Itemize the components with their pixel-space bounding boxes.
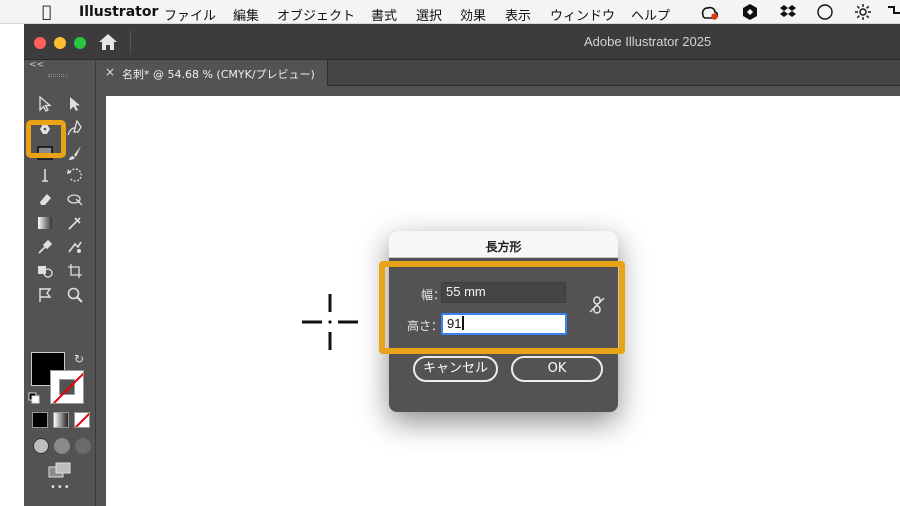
default-fill-stroke-icon[interactable] bbox=[28, 392, 40, 404]
stroke-swatch[interactable] bbox=[50, 370, 84, 404]
crosshair-cursor-icon bbox=[302, 294, 358, 350]
minimize-window-button[interactable] bbox=[54, 37, 66, 49]
draw-normal-button[interactable] bbox=[33, 438, 49, 454]
window-titlebar: Adobe Illustrator 2025 bbox=[24, 24, 900, 60]
blend-tool[interactable] bbox=[64, 236, 86, 258]
rotate-tool[interactable] bbox=[64, 164, 86, 186]
gradient-mode-button[interactable] bbox=[53, 412, 69, 428]
flag-tool-icon bbox=[39, 288, 52, 302]
eyedropper-tool[interactable] bbox=[34, 236, 56, 258]
rotate-tool-icon bbox=[67, 168, 82, 182]
window-title: Adobe Illustrator 2025 bbox=[584, 34, 712, 49]
dialog-fields-highlight bbox=[379, 261, 625, 354]
paintbrush-tool-icon bbox=[69, 146, 81, 160]
zoom-tool[interactable] bbox=[64, 284, 86, 306]
width-tool-icon bbox=[67, 194, 83, 206]
extension-icon[interactable] bbox=[886, 3, 900, 21]
menu-bar:  Illustrator ファイル 編集 オブジェクト 書式 選択 効果 表示… bbox=[0, 0, 900, 24]
document-tab-label: 名刺* @ 54.68 % (CMYK/プレビュー) bbox=[122, 68, 315, 81]
gradient-tool-icon bbox=[38, 217, 52, 229]
cancel-button[interactable]: キャンセル bbox=[413, 356, 498, 382]
eraser-tool[interactable] bbox=[34, 188, 56, 210]
blend-tool-icon bbox=[68, 241, 82, 253]
dialog-titlebar: 長方形 bbox=[389, 231, 618, 258]
artboard-tool-icon bbox=[68, 264, 82, 278]
width-tool[interactable] bbox=[64, 188, 86, 210]
collapse-panel-icon[interactable]: << bbox=[29, 60, 44, 70]
menu-edit[interactable]: 編集 bbox=[233, 5, 259, 24]
paintbrush-tool[interactable] bbox=[64, 142, 86, 164]
swap-fill-stroke-icon[interactable]: ↻ bbox=[74, 352, 84, 366]
brightness-icon[interactable] bbox=[854, 3, 872, 21]
close-window-button[interactable] bbox=[34, 37, 46, 49]
menu-view[interactable]: 表示 bbox=[505, 5, 531, 24]
gradient-tool[interactable] bbox=[34, 212, 56, 234]
draw-inside-button[interactable] bbox=[75, 438, 91, 454]
ok-button[interactable]: OK bbox=[511, 356, 603, 382]
dialog-title: 長方形 bbox=[485, 240, 522, 254]
creative-cloud-icon[interactable] bbox=[700, 3, 718, 21]
apple-icon[interactable]:  bbox=[42, 2, 52, 21]
selection-tool[interactable] bbox=[34, 93, 56, 115]
color-mode-button[interactable] bbox=[32, 412, 48, 428]
draw-behind-button[interactable] bbox=[54, 438, 70, 454]
document-tab-bar: × 名刺* @ 54.68 % (CMYK/プレビュー) bbox=[96, 60, 900, 86]
none-mode-button[interactable] bbox=[74, 412, 90, 428]
type-tool[interactable] bbox=[34, 164, 56, 186]
graph-tool[interactable] bbox=[34, 284, 56, 306]
direct-selection-tool-icon bbox=[70, 97, 80, 111]
home-icon[interactable] bbox=[98, 33, 118, 51]
curvature-tool-icon bbox=[67, 119, 82, 136]
status-circle-icon[interactable] bbox=[816, 3, 834, 21]
eraser-tool-icon bbox=[40, 194, 51, 205]
dropbox-icon[interactable] bbox=[779, 3, 797, 21]
menu-effect[interactable]: 効果 bbox=[460, 5, 486, 24]
zoom-tool-icon bbox=[67, 287, 83, 303]
direct-selection-tool[interactable] bbox=[64, 93, 86, 115]
shape-builder-tool[interactable] bbox=[34, 260, 56, 282]
artboard-tool[interactable] bbox=[64, 260, 86, 282]
menu-help[interactable]: ヘルプ bbox=[631, 5, 670, 24]
panel-grip[interactable] bbox=[48, 74, 68, 77]
document-tab[interactable]: × 名刺* @ 54.68 % (CMYK/プレビュー) bbox=[96, 60, 328, 86]
titlebar-divider bbox=[130, 30, 131, 54]
curvature-tool[interactable] bbox=[64, 117, 86, 139]
rectangle-tool-highlight bbox=[26, 120, 66, 158]
selection-tool-icon bbox=[39, 95, 52, 112]
mesh-tool[interactable] bbox=[64, 212, 86, 234]
menu-select[interactable]: 選択 bbox=[416, 5, 442, 24]
zoom-window-button[interactable] bbox=[74, 37, 86, 49]
eyedropper-tool-icon bbox=[38, 239, 53, 254]
mesh-tool-icon bbox=[68, 217, 81, 230]
menu-file[interactable]: ファイル bbox=[164, 5, 216, 24]
menu-type[interactable]: 書式 bbox=[371, 5, 397, 24]
adobe-sync-icon[interactable] bbox=[741, 3, 759, 21]
more-tools-button[interactable]: ••• bbox=[50, 482, 71, 493]
menu-window[interactable]: ウィンドウ bbox=[550, 5, 615, 24]
type-tool-icon bbox=[42, 169, 48, 182]
menu-object[interactable]: オブジェクト bbox=[277, 5, 355, 24]
screen-mode-icon[interactable] bbox=[48, 462, 72, 480]
menu-app-name[interactable]: Illustrator bbox=[79, 4, 158, 20]
shape-builder-tool-icon bbox=[38, 266, 53, 278]
close-tab-icon[interactable]: × bbox=[105, 65, 115, 79]
